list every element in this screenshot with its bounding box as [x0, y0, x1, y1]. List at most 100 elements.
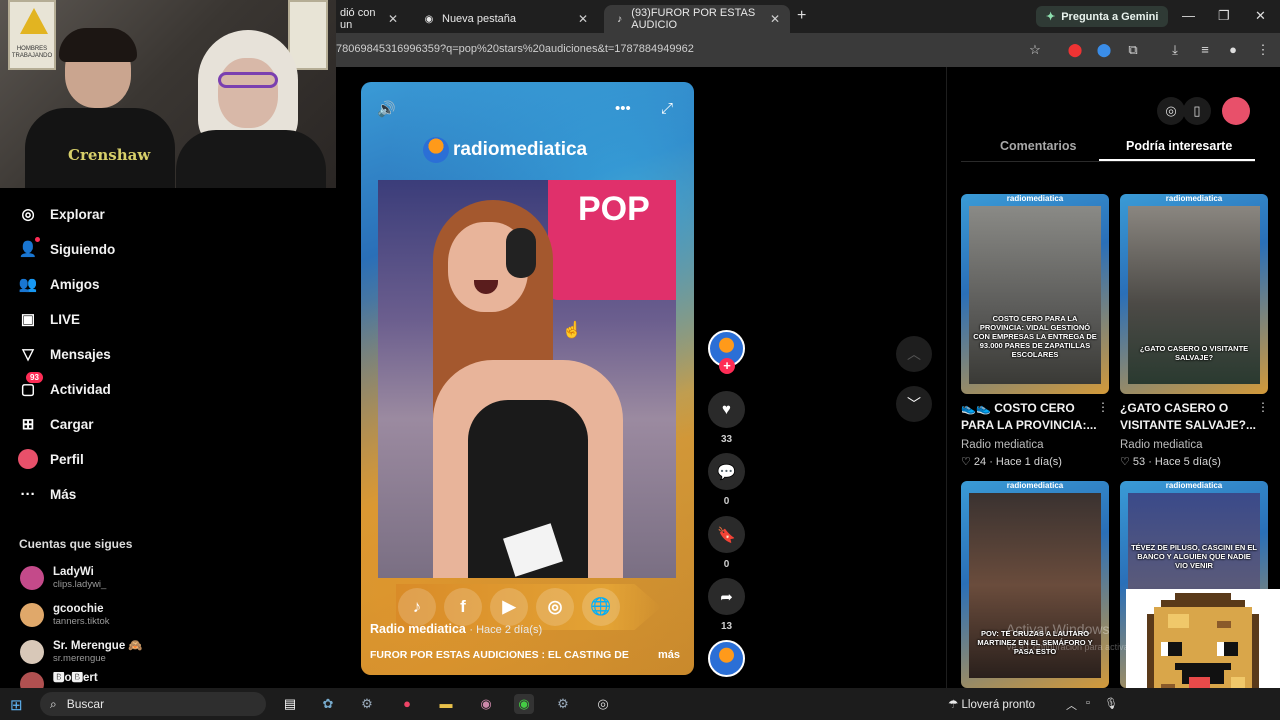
thumb-brand: radiomediatica — [1006, 481, 1064, 490]
author-avatar-button[interactable]: + — [708, 330, 745, 374]
sidebar-item-siguiendo[interactable]: 👤 Siguiendo — [18, 237, 115, 261]
share-button[interactable]: ➦ 13 — [708, 578, 745, 632]
tab-comentarios[interactable]: Comentarios — [1000, 139, 1076, 153]
recommended-video-thumbnail[interactable]: radiomediatica POV: TE CRUZAS A LAUTARO … — [961, 481, 1109, 688]
extensions-puzzle-icon[interactable]: ⧉ — [1125, 42, 1141, 58]
share-icon: ➦ — [708, 578, 745, 615]
sidebar-item-label: Actividad — [50, 381, 111, 397]
compass-icon[interactable]: ◎ — [1157, 97, 1185, 125]
tab-podria-interesarte[interactable]: Podría interesarte — [1126, 139, 1232, 153]
follow-plus-icon[interactable]: + — [719, 358, 735, 374]
app-pink-icon[interactable]: ● — [397, 694, 417, 714]
compass-icon: ◎ — [21, 206, 35, 223]
more-icon: ··· — [20, 485, 36, 503]
recommended-video-title[interactable]: 👟👟 COSTO CERO PARA LA PROVINCIA:... — [961, 400, 1101, 434]
gemini-button[interactable]: ✦ Pregunta a Gemini — [1036, 6, 1169, 27]
weather-widget[interactable]: ☂ Lloverá pronto — [948, 697, 1035, 711]
chevron-up-icon[interactable]: ︿ — [1066, 697, 1077, 713]
brand-logo: radiomediatica — [423, 137, 587, 163]
chrome-icon[interactable]: ◉ — [514, 694, 534, 714]
window-close-icon[interactable]: ✕ — [1255, 8, 1266, 24]
radiomediatica-logo-icon — [423, 137, 449, 163]
sidebar-item-perfil[interactable]: Perfil — [18, 447, 84, 471]
video-author[interactable]: Radio mediatica · Hace 2 día(s) — [370, 622, 542, 636]
sidebar-item-live[interactable]: ▣ LIVE — [18, 307, 80, 331]
activation-watermark: Activar Windows — [1006, 621, 1110, 637]
profile-icon[interactable]: ● — [1225, 42, 1241, 58]
device-icon[interactable]: ▯ — [1183, 97, 1211, 125]
taskbar-search[interactable]: ⌕ Buscar — [40, 692, 266, 716]
extension-blue-icon[interactable]: ⬤ — [1096, 42, 1112, 58]
sound-disc-icon — [708, 640, 745, 677]
account-name: LadyWi — [53, 566, 94, 578]
previous-video-button[interactable]: ︿ — [896, 336, 932, 372]
recommended-video-author[interactable]: Radio mediatica — [1120, 439, 1202, 451]
profile-avatar — [18, 449, 38, 469]
next-video-button[interactable]: ﹀ — [896, 386, 932, 422]
steam-icon-2[interactable]: ⚙ — [553, 694, 573, 714]
minimize-icon[interactable]: — — [1182, 8, 1195, 23]
sidebar-item-label: Más — [50, 486, 77, 502]
followed-account[interactable]: 🅱o🅱ert — [20, 672, 98, 688]
browser-tab-2[interactable]: ◉ Nueva pestaña ✕ — [412, 5, 598, 33]
sidebar-item-mensajes[interactable]: ▽ Mensajes — [18, 342, 111, 366]
sound-disc-button[interactable] — [708, 640, 745, 677]
volume-icon[interactable]: 🔊 — [377, 100, 396, 118]
sidebar-item-amigos[interactable]: 👥 Amigos — [18, 272, 100, 296]
post-time: · Hace 2 día(s) — [469, 624, 543, 636]
menu-dots-icon[interactable]: ⋮ — [1255, 42, 1271, 58]
steam-icon[interactable]: ⚙ — [357, 694, 377, 714]
sparkle-icon: ✦ — [1046, 11, 1056, 23]
like-button[interactable]: ♥ 33 — [708, 391, 745, 445]
thumb-brand: radiomediatica — [1165, 481, 1223, 490]
new-tab-button[interactable]: + — [797, 7, 806, 25]
save-button[interactable]: 🔖 0 — [708, 516, 745, 570]
download-icon[interactable]: ⤓ — [1167, 42, 1183, 58]
sidebar: ◎ Explorar 👤 Siguiendo 👥 Amigos ▣ LIVE ▽… — [0, 188, 190, 688]
close-icon[interactable]: ✕ — [578, 12, 588, 26]
more-link[interactable]: más — [658, 649, 680, 661]
shirt-text: Crenshaw — [68, 146, 151, 164]
video-player[interactable]: 🔊 ••• ⤢ radiomediatica POP ♪ f ▶ ◎ 🌐 Rad… — [361, 82, 694, 675]
sidebar-item-actividad[interactable]: ▢ 93 Actividad — [18, 372, 111, 401]
save-count: 0 — [723, 559, 730, 570]
recommended-video-title[interactable]: ¿GATO CASERO O VISITANTE SALVAJE?... — [1120, 400, 1260, 434]
discord-icon[interactable]: ◉ — [476, 694, 496, 714]
more-options-icon[interactable]: ⋮ — [1097, 400, 1109, 414]
author-name: Radio mediatica — [370, 622, 466, 636]
tray-icon[interactable]: ▫ — [1086, 697, 1090, 709]
more-options-icon[interactable]: ••• — [615, 100, 631, 117]
windows-start-icon[interactable]: ⊞ — [10, 696, 23, 714]
media-control-icon[interactable]: ≡ — [1197, 42, 1213, 58]
recommended-video-thumbnail[interactable]: radiomediatica ¿GATO CASERO O VISITANTE … — [1120, 194, 1268, 394]
fullscreen-icon[interactable]: ⤢ — [661, 100, 673, 117]
task-view-icon[interactable]: ▤ — [280, 694, 300, 714]
obs-icon[interactable]: ◎ — [593, 694, 613, 714]
like-count: 33 — [720, 434, 733, 445]
sidebar-item-explorar[interactable]: ◎ Explorar — [18, 202, 104, 226]
close-icon[interactable]: ✕ — [388, 12, 398, 26]
recommended-video-meta: ♡ 24 · Hace 1 día(s) — [961, 456, 1062, 468]
star-icon[interactable]: ☆ — [1027, 42, 1043, 58]
file-explorer-icon[interactable]: ▬ — [436, 694, 456, 714]
recommended-video-thumbnail[interactable]: radiomediatica COSTO CERO PARA LA PROVIN… — [961, 194, 1109, 394]
browser-tab-active[interactable]: ♪ (93)FUROR POR ESTAS AUDICIO ✕ — [604, 5, 790, 33]
comment-button[interactable]: 💬 0 — [708, 453, 745, 507]
close-icon[interactable]: ✕ — [770, 12, 780, 26]
sidebar-item-mas[interactable]: ··· Más — [18, 482, 77, 506]
copilot-icon[interactable]: ✿ — [318, 694, 338, 714]
url-field[interactable]: 7806984531699​6359?q=pop%20stars%20audic… — [336, 43, 694, 55]
browser-tab-1[interactable]: dió con un ✕ — [330, 5, 408, 33]
profile-avatar[interactable] — [1222, 97, 1250, 125]
recommended-video-author[interactable]: Radio mediatica — [961, 439, 1043, 451]
microphone-icon[interactable]: 🎙 — [1104, 697, 1118, 710]
maximize-icon[interactable]: ❐ — [1218, 8, 1230, 24]
followed-account[interactable]: gcoochie tanners.tiktok — [20, 600, 110, 630]
extension-red-icon[interactable]: ⬤ — [1067, 42, 1083, 58]
sidebar-item-cargar[interactable]: ⊞ Cargar — [18, 412, 94, 436]
followed-account[interactable]: Sr. Merengue 🙈 sr.merengue — [20, 637, 143, 667]
followed-account[interactable]: LadyWi clips.ladywi_ — [20, 563, 106, 593]
facebook-icon: f — [444, 588, 482, 626]
search-icon: ⌕ — [50, 696, 57, 711]
more-options-icon[interactable]: ⋮ — [1257, 400, 1269, 414]
